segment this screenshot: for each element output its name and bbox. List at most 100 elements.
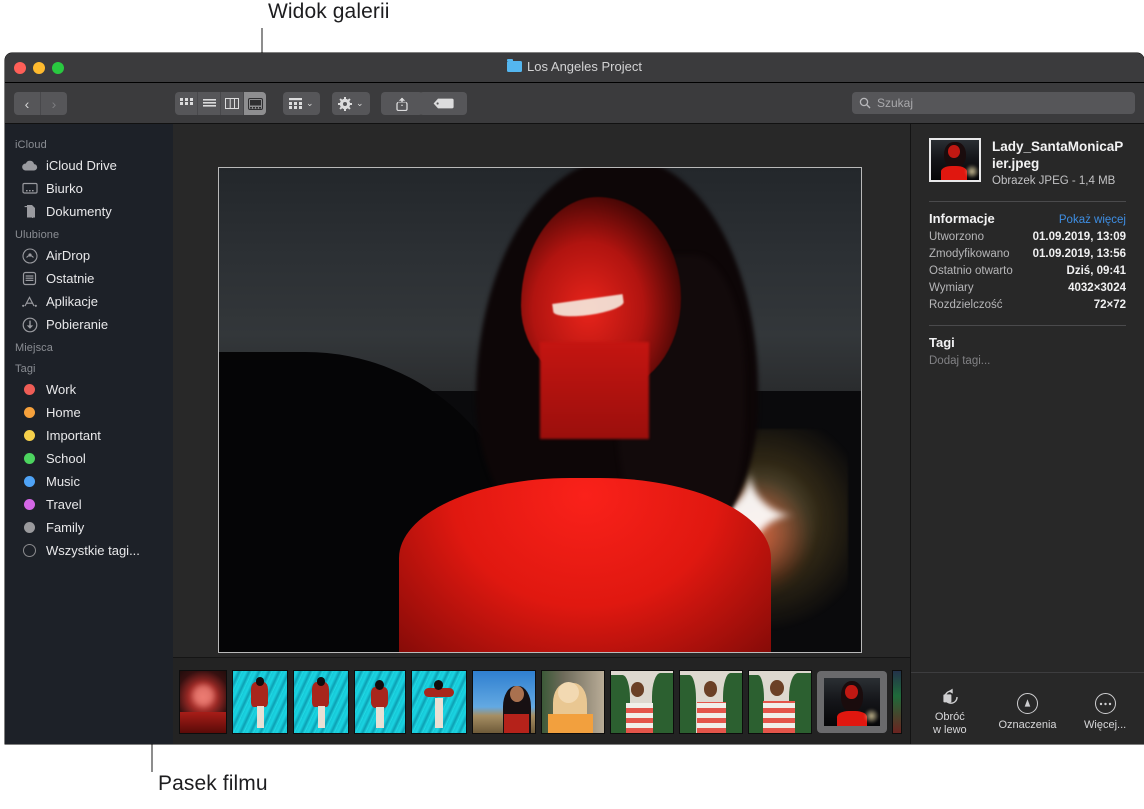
share-button[interactable] xyxy=(381,92,423,115)
view-mode-segmented-control xyxy=(175,92,266,115)
sidebar-item-label: Biurko xyxy=(46,181,83,196)
sidebar-item-recents[interactable]: Ostatnie xyxy=(5,267,173,290)
sidebar-tag-music[interactable]: Music xyxy=(5,470,173,493)
tag-color-dot-icon xyxy=(21,473,38,490)
tags-title: Tagi xyxy=(929,335,1126,350)
sidebar-tag-home[interactable]: Home xyxy=(5,401,173,424)
preview-image[interactable]: ✦ xyxy=(218,167,862,653)
sidebar-tag-all-tags[interactable]: Wszystkie tagi... xyxy=(5,539,173,562)
tag-icon xyxy=(433,98,454,109)
more-icon xyxy=(1095,693,1116,714)
sidebar-item-label: Wszystkie tagi... xyxy=(46,543,140,558)
filmstrip-thumbnail[interactable] xyxy=(610,670,674,734)
filmstrip-thumbnail-selected[interactable] xyxy=(817,671,887,733)
tag-button[interactable] xyxy=(419,92,467,115)
icon-view-button[interactable] xyxy=(175,92,198,115)
search-placeholder: Szukaj xyxy=(877,96,913,110)
rotate-left-icon xyxy=(940,688,960,706)
downloads-icon xyxy=(21,316,38,333)
info-key: Wymiary xyxy=(929,282,974,294)
sidebar-tag-travel[interactable]: Travel xyxy=(5,493,173,516)
filmstrip-thumbnail[interactable] xyxy=(354,670,406,734)
sidebar-item-documents[interactable]: Dokumenty xyxy=(5,200,173,223)
share-icon xyxy=(396,97,408,111)
sidebar-item-label: Travel xyxy=(46,497,82,512)
column-view-button[interactable] xyxy=(221,92,244,115)
markup-icon xyxy=(1017,693,1038,714)
more-button[interactable]: Więcej... xyxy=(1072,693,1138,732)
sidebar-item-icloud-drive[interactable]: iCloud Drive xyxy=(5,154,173,177)
sidebar-item-downloads[interactable]: Pobieranie xyxy=(5,313,173,336)
info-value: 01.09.2019, 13:09 xyxy=(1033,231,1126,243)
sidebar-item-label: Aplikacje xyxy=(46,294,98,309)
info-key: Utworzono xyxy=(929,231,984,243)
filmstrip-thumbnail[interactable] xyxy=(472,670,536,734)
filmstrip-thumbnail[interactable] xyxy=(232,670,288,734)
info-row-modified: Zmodyfikowano 01.09.2019, 13:56 xyxy=(929,248,1126,260)
chevron-down-icon: ⌄ xyxy=(356,99,364,108)
filmstrip-thumbnail[interactable] xyxy=(541,670,605,734)
inspector-kind-size: Obrazek JPEG - 1,4 MB xyxy=(992,175,1126,187)
airdrop-icon xyxy=(21,247,38,264)
markup-button[interactable]: Oznaczenia xyxy=(994,693,1060,732)
sidebar-tag-important[interactable]: Important xyxy=(5,424,173,447)
search-field[interactable]: Szukaj xyxy=(852,92,1135,114)
add-tags-field[interactable]: Dodaj tagi... xyxy=(929,355,1126,367)
filmstrip-thumbnail[interactable] xyxy=(293,670,349,734)
back-button[interactable]: ‹ xyxy=(14,92,41,115)
group-by-button[interactable]: ⌄ xyxy=(283,92,320,115)
divider xyxy=(929,325,1126,326)
filmstrip-thumbnail-partial[interactable] xyxy=(892,670,902,734)
recents-icon xyxy=(21,270,38,287)
info-inspector-panel: Lady_SantaMonicaPier.jpeg Obrazek JPEG -… xyxy=(910,124,1144,744)
rotate-left-button[interactable]: Obróćw lewo xyxy=(917,688,983,737)
sidebar-item-label: School xyxy=(46,451,86,466)
forward-button[interactable]: › xyxy=(41,92,67,115)
sidebar-item-label: Music xyxy=(46,474,80,489)
tag-color-dot-icon xyxy=(21,450,38,467)
sidebar: iCloud iCloud Drive Biurko Dokumenty Ulu xyxy=(5,124,173,744)
column-view-icon xyxy=(225,98,239,109)
window-titlebar: Los Angeles Project xyxy=(5,53,1144,83)
preview-image-content: ✦ xyxy=(219,168,861,652)
tag-color-dot-icon xyxy=(21,542,38,559)
filmstrip-thumbnail[interactable] xyxy=(679,670,743,734)
sidebar-item-desktop[interactable]: Biurko xyxy=(5,177,173,200)
filmstrip-thumbnail[interactable] xyxy=(748,670,812,734)
sidebar-item-label: Work xyxy=(46,382,76,397)
gear-icon xyxy=(338,97,352,111)
info-key: Rozdzielczość xyxy=(929,299,1003,311)
action-menu-button[interactable]: ⌄ xyxy=(332,92,370,115)
gallery-view-icon xyxy=(248,98,263,110)
applications-icon xyxy=(21,293,38,310)
sidebar-item-label: Pobieranie xyxy=(46,317,108,332)
search-icon xyxy=(859,97,871,109)
window-title: Los Angeles Project xyxy=(5,59,1144,74)
show-more-link[interactable]: Pokaż więcej xyxy=(1059,214,1126,226)
gallery-view-button[interactable] xyxy=(244,92,266,115)
folder-icon xyxy=(507,61,522,72)
sidebar-tag-school[interactable]: School xyxy=(5,447,173,470)
filmstrip-thumbnail[interactable] xyxy=(411,670,467,734)
navigation-buttons: ‹ › xyxy=(14,92,67,115)
inspector-thumbnail xyxy=(929,138,981,182)
list-view-icon xyxy=(203,98,216,109)
gallery-view-area: ✦ xyxy=(173,124,910,744)
chevron-left-icon: ‹ xyxy=(25,97,30,111)
sidebar-item-applications[interactable]: Aplikacje xyxy=(5,290,173,313)
filmstrip[interactable] xyxy=(173,657,910,744)
inspector-header: Lady_SantaMonicaPier.jpeg Obrazek JPEG -… xyxy=(929,138,1126,187)
filmstrip-thumbnail[interactable] xyxy=(179,670,227,734)
finder-window: Los Angeles Project ‹ › xyxy=(5,53,1144,744)
sidebar-header-tags: Tagi xyxy=(5,357,173,378)
markup-label: Oznaczenia xyxy=(998,719,1056,732)
info-row-last-opened: Ostatnio otwarto Dziś, 09:41 xyxy=(929,265,1126,277)
sidebar-tag-family[interactable]: Family xyxy=(5,516,173,539)
info-key: Zmodyfikowano xyxy=(929,248,1010,260)
cloud-icon xyxy=(21,157,38,174)
sidebar-tag-work[interactable]: Work xyxy=(5,378,173,401)
list-view-button[interactable] xyxy=(198,92,221,115)
inspector-action-bar: Obróćw lewo Oznaczenia Więcej... xyxy=(911,672,1144,744)
sidebar-item-airdrop[interactable]: AirDrop xyxy=(5,244,173,267)
inspector-filename: Lady_SantaMonicaPier.jpeg xyxy=(992,138,1126,172)
